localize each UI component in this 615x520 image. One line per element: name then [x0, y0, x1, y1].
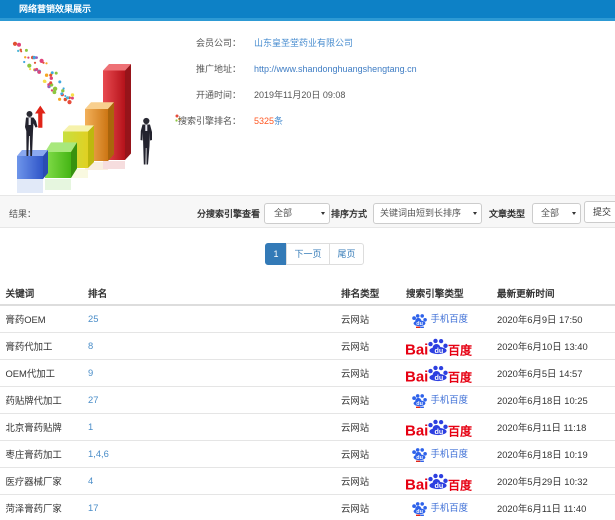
svg-text:Bai: Bai: [405, 369, 428, 383]
svg-text:du: du: [435, 373, 444, 382]
svg-text:Bai: Bai: [405, 342, 428, 356]
svg-text:du: du: [435, 427, 444, 436]
svg-text:百度: 百度: [448, 424, 473, 437]
svg-text:du: du: [435, 481, 444, 490]
svg-text:du: du: [416, 321, 423, 327]
svg-text:du: du: [416, 455, 423, 461]
svg-text:百度: 百度: [448, 370, 473, 383]
svg-text:百度: 百度: [448, 343, 473, 356]
svg-text:du: du: [416, 401, 423, 407]
svg-text:du: du: [435, 346, 444, 355]
svg-text:Bai: Bai: [405, 423, 428, 437]
svg-text:du: du: [416, 509, 423, 515]
svg-text:Bai: Bai: [405, 477, 428, 491]
svg-text:百度: 百度: [448, 478, 473, 491]
